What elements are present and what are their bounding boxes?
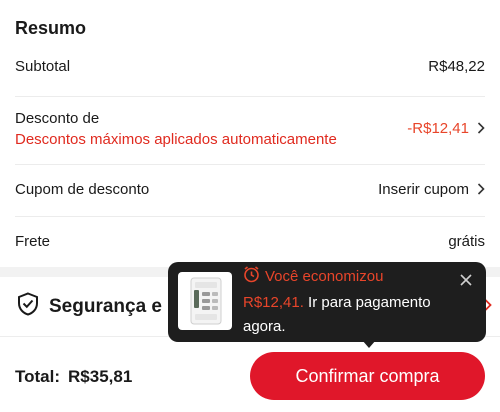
toast-message[interactable]: R$12,41. Ir para pagamento agora.	[243, 291, 443, 339]
divider	[15, 216, 485, 217]
discount-description: Descontos máximos aplicados automaticame…	[15, 131, 337, 148]
coupon-value-wrap: Inserir cupom	[378, 181, 485, 198]
subtotal-value: R$48,22	[428, 58, 485, 75]
chevron-right-icon	[477, 121, 485, 137]
shipping-value: grátis	[448, 233, 485, 250]
subtotal-label: Subtotal	[15, 58, 71, 75]
total: Total: R$35,81	[15, 367, 132, 387]
toast-pointer	[362, 340, 376, 348]
confirm-purchase-button[interactable]: Confirmar compra	[250, 352, 485, 400]
toast-title-text: Você economizou	[265, 268, 384, 285]
divider	[15, 164, 485, 165]
discount-value: -R$12,41	[407, 120, 469, 137]
coupon-value: Inserir cupom	[378, 181, 469, 198]
discount-value-wrap: -R$12,41	[407, 120, 485, 137]
toast-title: Você economizou	[243, 266, 383, 287]
close-icon[interactable]	[456, 270, 476, 290]
total-label: Total:	[15, 367, 61, 386]
shipping-row: Frete grátis	[15, 233, 485, 250]
coupon-row[interactable]: Cupom de desconto Inserir cupom	[15, 181, 485, 198]
chevron-right-icon	[477, 182, 485, 198]
discount-label: Desconto de	[15, 110, 100, 127]
alarm-clock-icon	[243, 266, 265, 287]
product-thumbnail	[178, 272, 232, 330]
toast-saved-amount: R$12,41.	[243, 294, 304, 311]
shipping-label: Frete	[15, 233, 51, 250]
shield-check-icon	[17, 292, 49, 322]
divider	[15, 96, 485, 97]
summary-title: Resumo	[15, 18, 87, 38]
total-value: R$35,81	[68, 367, 133, 386]
subtotal-row: Subtotal R$48,22	[15, 58, 485, 75]
coupon-label: Cupom de desconto	[15, 181, 150, 198]
